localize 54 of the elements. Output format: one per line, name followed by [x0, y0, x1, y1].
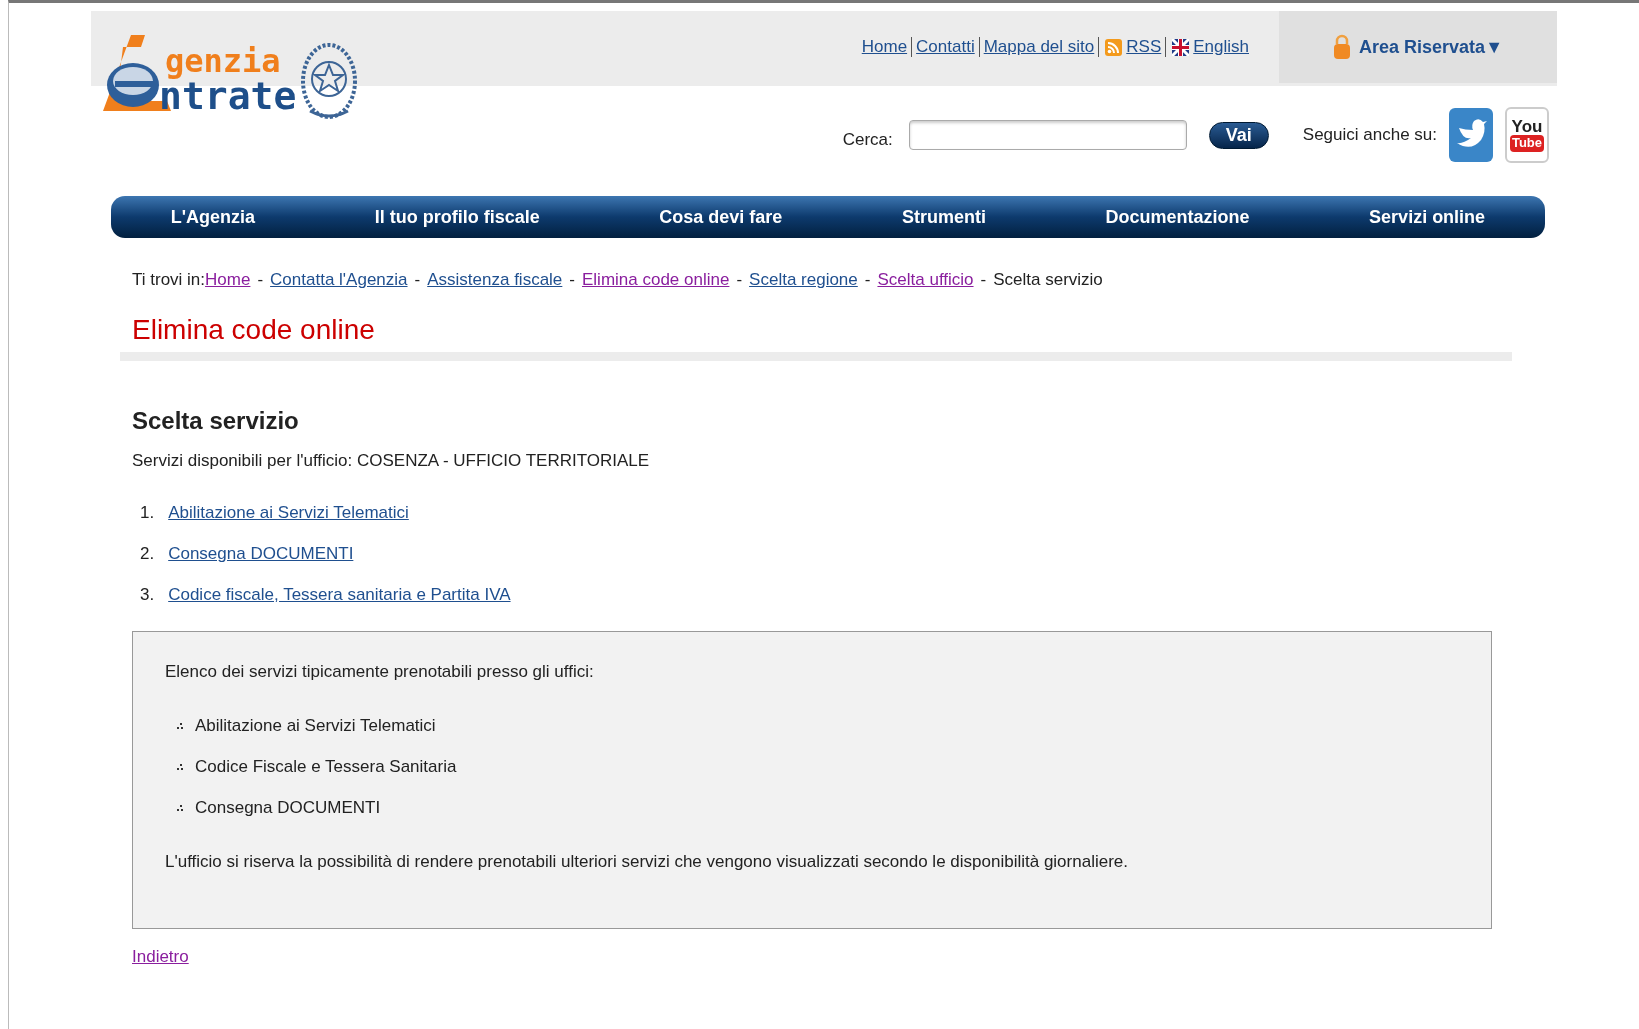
- bullet-icon: [177, 764, 183, 770]
- bird-icon[interactable]: [1449, 108, 1493, 162]
- follow-label: Seguici anche su:: [1302, 125, 1437, 145]
- bullet-icon: [177, 805, 183, 811]
- breadcrumb-separator: -: [569, 270, 575, 290]
- nav-item[interactable]: L'Agenzia: [170, 206, 256, 228]
- info-intro: Elenco dei servizi tipicamente prenotabili presso gli uffici:: [165, 662, 595, 682]
- list-number: 1.: [140, 503, 155, 523]
- breadcrumb-separator: -: [864, 270, 871, 290]
- lock-icon: [1333, 34, 1352, 60]
- breadcrumb-current: Scelta servizio: [993, 270, 1103, 290]
- nav-item[interactable]: Strumenti: [901, 206, 986, 228]
- search-label: Cerca:: [842, 130, 893, 150]
- breadcrumb-link[interactable]: Elimina code online: [582, 270, 730, 290]
- top-link[interactable]: RSS: [1126, 37, 1162, 57]
- service-link[interactable]: Consegna DOCUMENTI: [168, 544, 354, 564]
- list-number: 2.: [140, 544, 155, 564]
- back-link[interactable]: Indietro: [132, 947, 189, 967]
- info-note: L'ufficio si riserva la possibilità di rendere prenotabili ulteriori servizi che vengono visualizzati secondo le disponibilità giornaliere.: [165, 852, 1129, 872]
- breadcrumb-separator: -: [736, 270, 743, 290]
- nav-item[interactable]: Documentazione: [1105, 206, 1250, 228]
- breadcrumb-link[interactable]: Scelta regione: [749, 270, 858, 290]
- nav-item[interactable]: Servizi online: [1369, 206, 1486, 228]
- breadcrumb-link[interactable]: Home: [205, 270, 251, 290]
- breadcrumb-link[interactable]: Contatta l'Agenzia: [270, 270, 408, 290]
- service-link[interactable]: Abilitazione ai Servizi Telematici: [168, 503, 409, 523]
- top-link[interactable]: Contatti: [916, 37, 975, 57]
- bullet-icon: [177, 723, 183, 729]
- youtube-button[interactable]: You Tube: [1505, 107, 1549, 163]
- section-title: Scelta servizio: [132, 407, 300, 435]
- info-item: Consegna DOCUMENTI: [195, 798, 381, 818]
- breadcrumb-label: Ti trovi in:: [132, 270, 206, 290]
- service-link[interactable]: Codice fiscale, Tessera sanitaria e Partita IVA: [168, 585, 511, 605]
- breadcrumb-separator: -: [414, 270, 421, 290]
- top-link[interactable]: Mappa del sito: [983, 37, 1095, 57]
- list-number: 3.: [140, 585, 155, 605]
- reserved-area-button[interactable]: Area Riservata▼: [1279, 11, 1557, 83]
- search-button[interactable]: Vai: [1208, 121, 1269, 149]
- rss-icon: [1105, 38, 1123, 56]
- top-link[interactable]: Home: [861, 37, 908, 57]
- breadcrumb-link[interactable]: Scelta ufficio: [877, 270, 974, 290]
- info-item: Abilitazione ai Servizi Telematici: [195, 716, 436, 736]
- office-description: Servizi disponibili per l'ufficio: COSENZA - UFFICIO TERRITORIALE: [132, 451, 651, 471]
- breadcrumb-separator: -: [257, 270, 264, 290]
- logo-text: genzia: [164, 45, 282, 77]
- top-link[interactable]: English: [1193, 37, 1249, 57]
- page-title: Elimina code online: [132, 314, 376, 346]
- info-item: Codice Fiscale e Tessera Sanitaria: [195, 757, 457, 777]
- nav-item[interactable]: Cosa devi fare: [659, 206, 783, 228]
- breadcrumb-separator: -: [980, 270, 987, 290]
- search-field[interactable]: [908, 120, 1187, 150]
- flag-icon: [1172, 38, 1190, 56]
- breadcrumb-link[interactable]: Assistenza fiscale: [427, 270, 563, 290]
- nav-item[interactable]: Il tuo profilo fiscale: [374, 206, 540, 228]
